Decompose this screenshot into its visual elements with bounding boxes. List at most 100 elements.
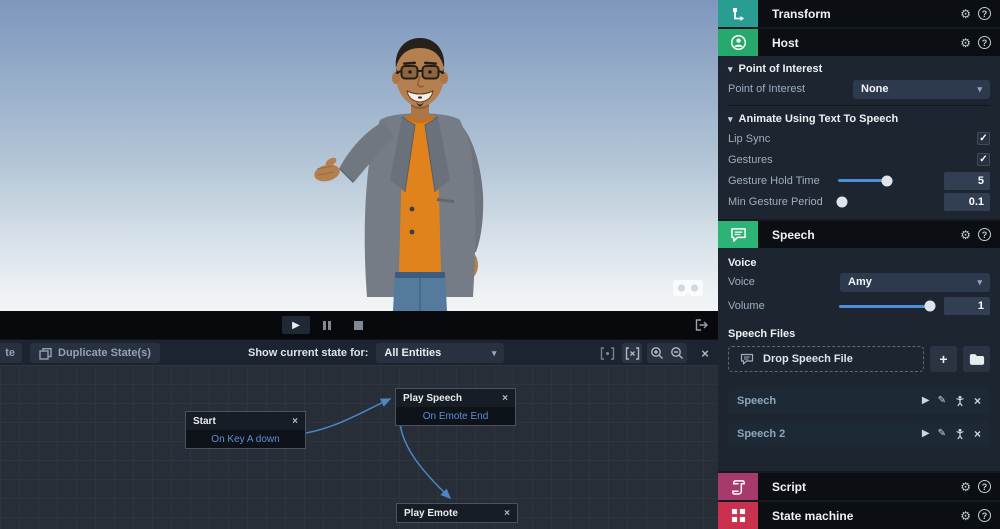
gesture-hold-time-row: Gesture Hold Time 5 [728, 170, 990, 191]
duplicate-icon [39, 347, 52, 360]
duplicate-state-button[interactable]: Duplicate State(s) [30, 343, 160, 363]
host-character[interactable] [300, 22, 540, 311]
close-icon[interactable]: × [292, 416, 298, 427]
transition-row[interactable]: On Key A down [186, 430, 305, 448]
edit-speech-icon[interactable]: ✎ [938, 429, 946, 439]
poi-dropdown[interactable]: None ▾ [853, 80, 990, 99]
frame-selection-button[interactable] [622, 343, 642, 363]
node-title-label: Play Emote [404, 508, 458, 519]
3d-viewport[interactable] [0, 0, 718, 311]
voice-label: Voice [728, 276, 840, 288]
volume-field[interactable]: 1 [944, 297, 990, 315]
frame-selection-icon [625, 347, 640, 360]
gear-icon[interactable]: ⚙ [960, 229, 971, 241]
component-header-state-machine[interactable]: State machine ⚙ ? [718, 502, 1000, 529]
gear-icon[interactable]: ⚙ [960, 8, 971, 20]
close-icon[interactable]: × [504, 508, 510, 519]
play-speech-icon[interactable]: ▶ [922, 429, 930, 439]
help-icon[interactable]: ? [978, 228, 991, 241]
drop-speech-file-zone[interactable]: Drop Speech File [728, 346, 924, 372]
stop-button[interactable] [344, 316, 372, 334]
delete-speech-icon[interactable]: × [974, 395, 981, 407]
pause-icon [323, 321, 331, 330]
play-icon: ▶ [292, 320, 300, 331]
gestures-row: Gestures ✓ [728, 149, 990, 170]
speech-file-row[interactable]: Speech ▶ ✎ × [728, 388, 990, 414]
poi-label: Point of Interest [728, 83, 853, 95]
help-icon[interactable]: ? [978, 36, 991, 49]
speech-file-name: Speech 2 [737, 428, 922, 440]
gestures-checkbox[interactable]: ✓ [977, 153, 990, 166]
speech-file-name: Speech [737, 395, 922, 407]
edit-speech-icon[interactable]: ✎ [938, 396, 946, 406]
popout-panel-icon[interactable] [694, 318, 709, 332]
component-title: Host [758, 29, 960, 56]
speech-file-row[interactable]: Speech 2 ▶ ✎ × [728, 421, 990, 447]
slider-knob[interactable] [837, 196, 848, 207]
poi-section-header[interactable]: ▾ Point of Interest [728, 56, 990, 76]
volume-slider[interactable] [839, 305, 936, 308]
state-node-start[interactable]: Start × On Key A down [185, 411, 306, 449]
zoom-out-icon [670, 346, 684, 360]
close-icon[interactable]: × [502, 393, 508, 404]
zoom-in-button[interactable] [647, 343, 667, 363]
min-gesture-period-field[interactable]: 0.1 [944, 193, 990, 211]
help-icon[interactable]: ? [978, 480, 991, 493]
animate-section-header[interactable]: ▾ Animate Using Text To Speech [728, 106, 990, 128]
host-component-body: ▾ Point of Interest Point of Interest No… [718, 56, 1000, 219]
duplicate-button-label: Duplicate State(s) [58, 347, 151, 359]
delete-speech-icon[interactable]: × [974, 428, 981, 440]
min-gesture-period-slider[interactable] [838, 200, 894, 203]
gestures-label: Gestures [728, 154, 977, 166]
lip-sync-checkbox[interactable]: ✓ [977, 132, 990, 145]
gesture-mark-icon[interactable] [954, 395, 966, 407]
inspector-panel: Transform ⚙ ? Host ⚙ ? [718, 0, 1000, 529]
gesture-hold-time-slider[interactable] [838, 179, 894, 182]
component-header-speech[interactable]: Speech ⚙ ? [718, 221, 1000, 248]
voice-row: Voice Amy ▾ [728, 270, 990, 294]
collapse-triangle-icon: ▾ [728, 64, 733, 75]
zoom-out-button[interactable] [667, 343, 687, 363]
partial-button-label: te [5, 347, 15, 359]
slider-knob[interactable] [925, 301, 936, 312]
poi-section-title: Point of Interest [739, 63, 823, 75]
component-title: State machine [758, 502, 960, 529]
browse-speech-button[interactable] [963, 346, 990, 372]
transition-row[interactable]: On Emote End [396, 407, 515, 425]
rename-state-button-partial[interactable]: te [0, 343, 22, 363]
state-node-play-speech[interactable]: Play Speech × On Emote End [395, 388, 516, 426]
play-speech-icon[interactable]: ▶ [922, 396, 930, 406]
entities-dropdown[interactable]: All Entities ▾ [376, 343, 504, 363]
sumerian-editor: ▶ te Duplicate State(s) Show [0, 0, 1000, 529]
animate-section-title: Animate Using Text To Speech [739, 113, 899, 125]
volume-value: 1 [978, 300, 984, 312]
add-speech-button[interactable]: + [930, 346, 957, 372]
transition-label: On Emote End [423, 411, 489, 422]
gear-icon[interactable]: ⚙ [960, 481, 971, 493]
help-icon[interactable]: ? [978, 509, 991, 522]
component-header-host[interactable]: Host ⚙ ? [718, 29, 1000, 56]
volume-row: Volume 1 [728, 294, 990, 318]
frame-all-button[interactable] [597, 343, 617, 363]
gesture-hold-time-label: Gesture Hold Time [728, 175, 838, 187]
component-header-script[interactable]: Script ⚙ ? [718, 473, 1000, 500]
state-machine-icon [731, 508, 746, 523]
help-icon[interactable]: ? [978, 7, 991, 20]
check-icon: ✓ [979, 155, 987, 165]
gesture-mark-icon[interactable] [954, 428, 966, 440]
gear-icon[interactable]: ⚙ [960, 37, 971, 49]
play-button[interactable]: ▶ [282, 316, 310, 334]
gesture-hold-time-field[interactable]: 5 [944, 172, 990, 190]
slider-knob[interactable] [882, 175, 893, 186]
close-panel-button[interactable]: × [696, 346, 714, 361]
state-machine-graph[interactable]: Start × On Key A down Play Speech × On E… [0, 365, 718, 529]
gear-icon[interactable]: ⚙ [960, 510, 971, 522]
voice-dropdown[interactable]: Amy ▾ [840, 273, 990, 292]
component-header-transform[interactable]: Transform ⚙ ? [718, 0, 1000, 27]
state-node-play-emote[interactable]: Play Emote × [396, 503, 518, 523]
speech-files-label: Speech Files [728, 328, 795, 340]
lip-sync-label: Lip Sync [728, 133, 977, 145]
poi-row: Point of Interest None ▾ [728, 76, 990, 102]
pause-button[interactable] [313, 316, 341, 334]
vr-mode-icon[interactable] [673, 280, 703, 299]
